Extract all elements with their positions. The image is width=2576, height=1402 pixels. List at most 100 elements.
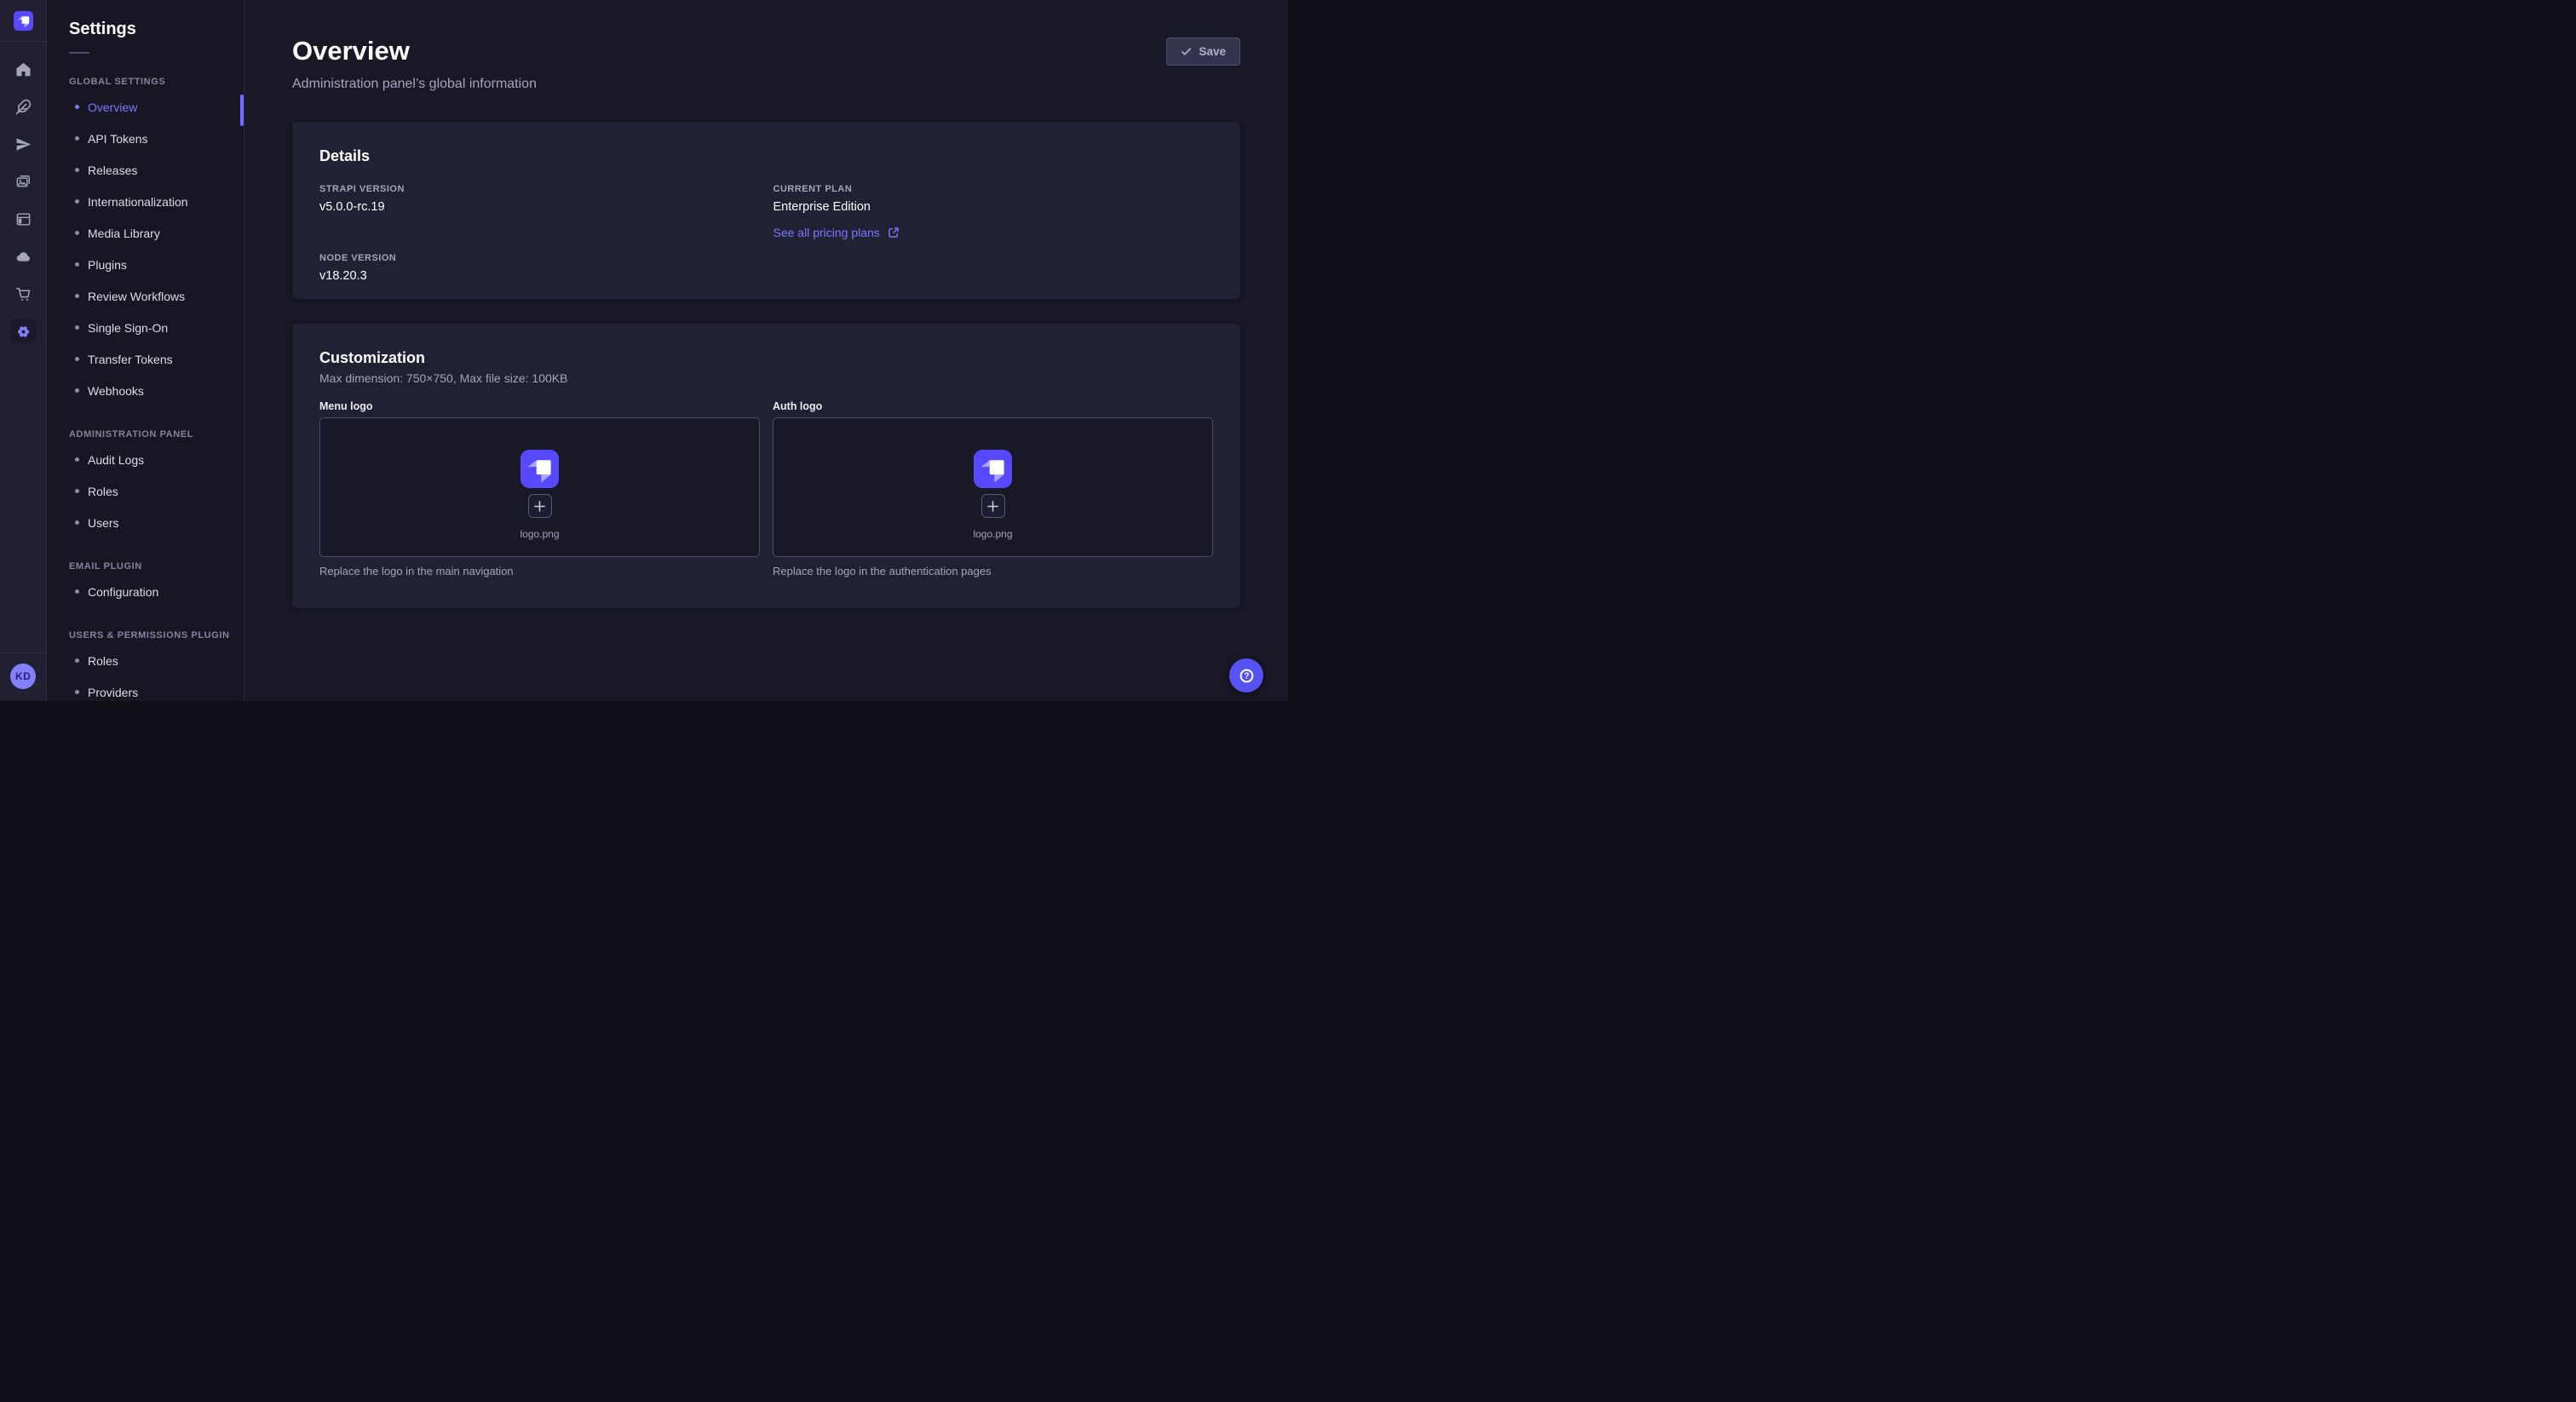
paper-plane-icon xyxy=(15,136,32,152)
subnav-item-plugins[interactable]: Plugins xyxy=(47,249,244,280)
nav-settings-button[interactable] xyxy=(0,313,47,350)
gear-icon xyxy=(15,324,32,340)
active-nav-highlight xyxy=(10,319,37,345)
section-global-settings: GLOBAL SETTINGS Overview API Tokens Rele… xyxy=(47,77,244,406)
menu-logo-filename: logo.png xyxy=(520,528,559,540)
auth-logo-add-button[interactable] xyxy=(981,494,1005,518)
auth-logo-hint: Replace the logo in the authentication p… xyxy=(773,565,1213,577)
subnav-item-up-providers[interactable]: Providers xyxy=(47,676,244,701)
bullet-icon xyxy=(75,589,79,594)
subnav-item-webhooks[interactable]: Webhooks xyxy=(47,375,244,406)
subnav-item-admin-users[interactable]: Users xyxy=(47,507,244,538)
subnav-item-label: Audit Logs xyxy=(88,453,144,467)
strapi-logo[interactable] xyxy=(14,11,33,31)
subnav-item-label: API Tokens xyxy=(88,132,148,146)
subnav-item-internationalization[interactable]: Internationalization xyxy=(47,186,244,217)
subnav-item-label: Webhooks xyxy=(88,384,144,398)
subnav-item-overview[interactable]: Overview xyxy=(47,91,244,123)
customization-card-title: Customization xyxy=(319,349,1213,367)
section-label: GLOBAL SETTINGS xyxy=(69,77,244,87)
subnav-item-releases[interactable]: Releases xyxy=(47,154,244,186)
subnav-item-admin-roles[interactable]: Roles xyxy=(47,475,244,507)
nav-content-type-builder-button[interactable] xyxy=(0,88,47,125)
strapi-logo-icon xyxy=(520,450,559,488)
rail-bottom: KD xyxy=(0,652,46,701)
subnav-item-audit-logs[interactable]: Audit Logs xyxy=(47,444,244,475)
bullet-icon xyxy=(75,690,79,694)
subnav-item-transfer-tokens[interactable]: Transfer Tokens xyxy=(47,343,244,375)
subnav-item-api-tokens[interactable]: API Tokens xyxy=(47,123,244,154)
help-button[interactable]: ? xyxy=(1229,658,1263,692)
plus-icon xyxy=(987,501,998,512)
nav-marketplace-button[interactable] xyxy=(0,275,47,313)
nav-media-library-button[interactable] xyxy=(0,163,47,200)
subnav-item-label: Overview xyxy=(88,101,137,114)
cloud-icon xyxy=(15,249,32,265)
page-subtitle: Administration panel’s global informatio… xyxy=(292,77,537,92)
page-header-text: Overview Administration panel’s global i… xyxy=(292,36,537,92)
strapi-logo-icon xyxy=(14,11,33,31)
pricing-plans-link[interactable]: See all pricing plans xyxy=(773,226,900,239)
node-version-value: v18.20.3 xyxy=(319,269,760,283)
layout-icon xyxy=(15,211,32,227)
current-plan-value: Enterprise Edition xyxy=(773,200,1214,214)
auth-logo-label: Auth logo xyxy=(773,400,1213,412)
bullet-icon xyxy=(75,489,79,493)
bullet-icon xyxy=(75,231,79,235)
menu-logo-dropzone[interactable]: logo.png xyxy=(319,417,760,557)
bullet-icon xyxy=(75,388,79,393)
rail-icon-nav xyxy=(0,42,47,350)
logo-upload-row: Menu logo logo.png Replace the logo in t… xyxy=(319,400,1213,577)
menu-logo-add-button[interactable] xyxy=(528,494,552,518)
subnav-item-label: Roles xyxy=(88,654,118,668)
subnav-item-single-sign-on[interactable]: Single Sign-On xyxy=(47,312,244,343)
question-mark-icon: ? xyxy=(1238,667,1256,685)
subnav-item-review-workflows[interactable]: Review Workflows xyxy=(47,280,244,312)
save-button[interactable]: Save xyxy=(1166,37,1240,66)
bullet-icon xyxy=(75,168,79,172)
user-avatar[interactable]: KD xyxy=(10,664,36,689)
auth-logo-dropzone[interactable]: logo.png xyxy=(773,417,1213,557)
bullet-icon xyxy=(75,294,79,298)
auth-logo-block: Auth logo logo.png Replace the logo in t… xyxy=(773,400,1213,577)
strapi-version-label: STRAPI VERSION xyxy=(319,184,760,194)
bullet-icon xyxy=(75,105,79,109)
subnav-item-label: Review Workflows xyxy=(88,290,185,303)
save-button-label: Save xyxy=(1199,45,1226,58)
nav-deploy-button[interactable] xyxy=(0,125,47,163)
section-label: EMAIL PLUGIN xyxy=(69,561,244,572)
home-icon xyxy=(15,61,32,78)
menu-logo-block: Menu logo logo.png Replace the logo in t… xyxy=(319,400,760,577)
bullet-icon xyxy=(75,457,79,462)
customization-constraints: Max dimension: 750×750, Max file size: 1… xyxy=(319,371,1213,385)
menu-logo-preview xyxy=(520,450,559,488)
rail-divider-bottom xyxy=(0,652,46,653)
subnav-item-media-library[interactable]: Media Library xyxy=(47,217,244,249)
svg-text:?: ? xyxy=(1244,671,1249,681)
current-plan-field: CURRENT PLAN Enterprise Edition xyxy=(773,184,1214,214)
bullet-icon xyxy=(75,325,79,330)
external-link-icon xyxy=(888,227,900,238)
bullet-icon xyxy=(75,520,79,525)
strapi-version-field: STRAPI VERSION v5.0.0-rc.19 xyxy=(319,184,760,214)
subnav-item-up-roles[interactable]: Roles xyxy=(47,645,244,676)
details-card: Details STRAPI VERSION v5.0.0-rc.19 NODE… xyxy=(292,122,1240,299)
subnav-item-label: Single Sign-On xyxy=(88,321,168,335)
nav-cloud-button[interactable] xyxy=(0,238,47,275)
node-version-label: NODE VERSION xyxy=(319,253,760,263)
subnav-item-label: Internationalization xyxy=(88,195,188,209)
subnav-item-label: Releases xyxy=(88,164,137,177)
subnav-item-label: Media Library xyxy=(88,227,160,240)
subnav-item-email-configuration[interactable]: Configuration xyxy=(47,576,244,607)
nav-home-button[interactable] xyxy=(0,50,47,88)
page-header: Overview Administration panel’s global i… xyxy=(292,36,1240,92)
bullet-icon xyxy=(75,199,79,204)
subnav-title: Settings xyxy=(69,20,244,39)
nav-content-manager-button[interactable] xyxy=(0,200,47,238)
cart-icon xyxy=(15,286,32,302)
customization-card: Customization Max dimension: 750×750, Ma… xyxy=(292,324,1240,608)
subnav-item-label: Configuration xyxy=(88,585,158,599)
strapi-admin-app: KD Settings GLOBAL SETTINGS Overview API… xyxy=(0,0,1288,701)
section-users-permissions-plugin: USERS & PERMISSIONS PLUGIN Roles Provide… xyxy=(47,630,244,701)
node-version-field: NODE VERSION v18.20.3 xyxy=(319,253,760,283)
